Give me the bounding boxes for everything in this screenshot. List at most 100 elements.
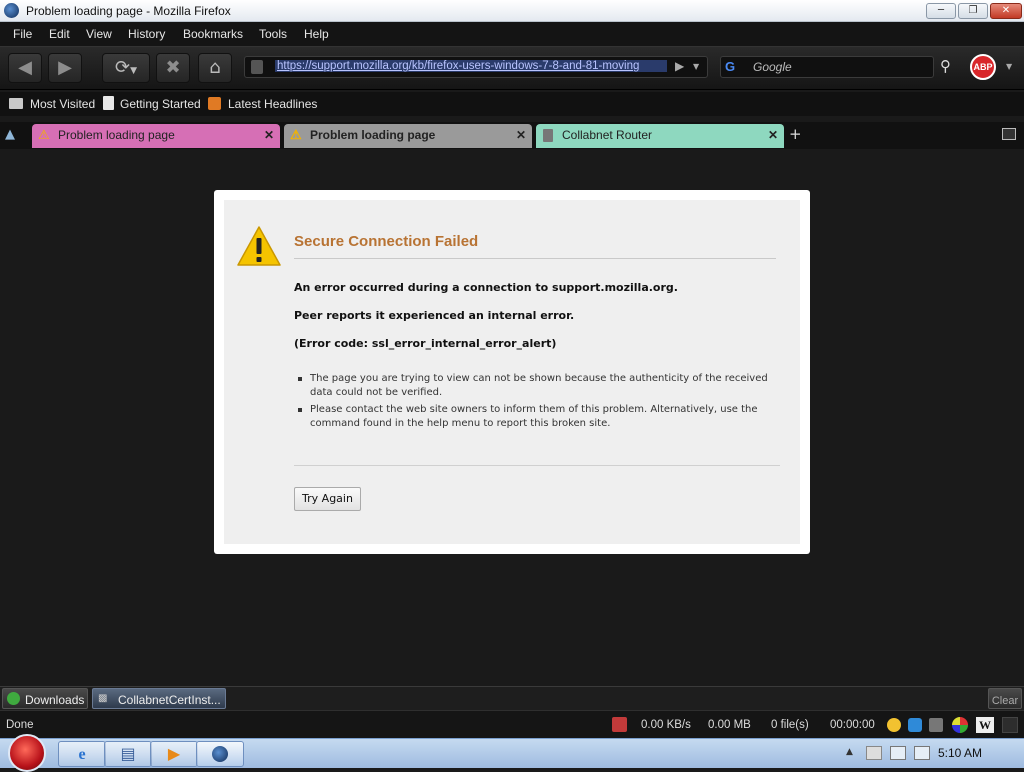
tab-problem-loading-1[interactable]: ⚠ Problem loading page ✕	[32, 124, 280, 148]
download-size: 0.00 MB	[708, 719, 751, 731]
skype-icon[interactable]	[908, 718, 922, 732]
status-bar: Done 0.00 KB/s 0.00 MB 0 file(s) 00:00:0…	[0, 710, 1024, 738]
menu-view[interactable]: View	[86, 27, 112, 41]
firefox-logo-icon	[4, 3, 19, 18]
stop-icon: ✖	[165, 57, 181, 78]
download-item[interactable]: ▩ CollabnetCertInst...	[92, 688, 226, 709]
downloads-label: Downloads	[25, 693, 85, 707]
download-time: 00:00:00	[830, 719, 875, 731]
downloads-bar: Downloads ▩ CollabnetCertInst... Clear	[0, 686, 1024, 710]
new-tab-plus-icon[interactable]: +	[789, 125, 802, 143]
taskbar-media[interactable]: ▶	[150, 741, 198, 767]
taskbar-ie[interactable]: e	[58, 741, 106, 767]
tray-expand-icon[interactable]: ▲	[846, 747, 853, 757]
maximize-button[interactable]: ❐	[958, 3, 988, 19]
download-item-label: CollabnetCertInst...	[118, 693, 221, 707]
stop-button[interactable]: ✖	[156, 53, 190, 83]
reload-button[interactable]: ⟳▼	[102, 53, 150, 83]
error-detail: Peer reports it experienced an internal …	[294, 309, 575, 322]
bookmark-latest-headlines[interactable]: Latest Headlines	[228, 97, 317, 111]
bookmark-getting-started[interactable]: Getting Started	[120, 97, 201, 111]
menu-tools[interactable]: Tools	[259, 27, 287, 41]
clear-label: Clear	[991, 695, 1019, 707]
page-icon	[251, 60, 263, 74]
adblock-label: ABP	[973, 62, 993, 72]
bookmark-most-visited[interactable]: Most Visited	[30, 97, 95, 111]
title-divider	[294, 258, 776, 259]
smiley-icon[interactable]	[887, 718, 901, 732]
google-icon[interactable]: G	[725, 59, 741, 75]
menu-bar: File Edit View History Bookmarks Tools H…	[0, 22, 1024, 46]
menu-file[interactable]: File	[13, 27, 32, 41]
menu-edit[interactable]: Edit	[49, 27, 70, 41]
minimize-button[interactable]: ─	[926, 3, 956, 19]
tab-label: Problem loading page	[58, 128, 175, 142]
url-bar[interactable]: https://support.mozilla.org/kb/firefox-u…	[244, 56, 708, 78]
tray-flag-icon[interactable]	[866, 746, 882, 760]
try-again-button[interactable]: Try Again	[294, 487, 361, 511]
resize-grip-icon[interactable]	[1002, 717, 1018, 733]
home-icon: ⌂	[209, 57, 221, 78]
adblock-menu-chevron-icon[interactable]: ▼	[1006, 62, 1012, 71]
download-files: 0 file(s)	[771, 719, 809, 731]
tab-close-icon[interactable]: ✕	[516, 124, 526, 146]
chevron-down-icon: ▼	[130, 66, 137, 76]
tab-collabnet-router[interactable]: Collabnet Router ✕	[536, 124, 784, 148]
error-explanation-list: The page you are trying to view can not …	[298, 372, 778, 434]
button-divider	[294, 465, 780, 466]
tab-close-icon[interactable]: ✕	[264, 124, 274, 146]
forward-button[interactable]: ▶	[48, 53, 82, 83]
tab-list-icon[interactable]	[1002, 128, 1016, 140]
tab-strip: ▲ ⚠ Problem loading page ✕ ⚠ Problem loa…	[0, 122, 1024, 149]
warning-icon	[237, 226, 281, 266]
downloads-button[interactable]: Downloads	[2, 688, 88, 709]
bing-icon[interactable]	[929, 718, 943, 732]
download-speed: 0.00 KB/s	[641, 719, 691, 731]
media-player-icon: ▶	[167, 744, 181, 763]
menu-bookmarks[interactable]: Bookmarks	[183, 27, 243, 41]
error-title: Secure Connection Failed	[294, 233, 479, 250]
title-bar: Problem loading page - Mozilla Firefox ─…	[0, 0, 1024, 22]
wikipedia-icon[interactable]: W	[976, 717, 994, 733]
error-code: (Error code: ssl_error_internal_error_al…	[294, 337, 557, 350]
tab-close-icon[interactable]: ✕	[768, 124, 778, 146]
explorer-icon: ▤	[120, 744, 136, 763]
search-input[interactable]: Google	[753, 60, 792, 74]
folder-icon	[9, 98, 23, 109]
back-button[interactable]: ◀	[8, 53, 42, 83]
search-magnifier-icon[interactable]: ⚲	[940, 57, 951, 75]
windows-taskbar: e ▤ ▶ ▲	[0, 734, 1024, 772]
url-input[interactable]: https://support.mozilla.org/kb/firefox-u…	[275, 60, 667, 72]
installer-icon: ▩	[98, 693, 108, 704]
start-orb-icon[interactable]	[8, 734, 46, 772]
menu-help[interactable]: Help	[304, 27, 329, 41]
colors-icon[interactable]	[952, 717, 968, 733]
window-title: Problem loading page - Mozilla Firefox	[26, 4, 231, 18]
home-button[interactable]: ⌂	[198, 53, 232, 83]
system-clock: 5:10 AM	[938, 746, 983, 760]
bookmarks-toolbar: Most Visited Getting Started Latest Head…	[0, 92, 1024, 116]
search-bar[interactable]: G Google	[720, 56, 934, 78]
tray-network-icon[interactable]	[890, 746, 906, 760]
close-button[interactable]: ✕	[990, 3, 1022, 19]
go-arrow-icon[interactable]: ▶	[675, 59, 684, 73]
tab-problem-loading-2[interactable]: ⚠ Problem loading page ✕	[284, 124, 532, 148]
tab-label: Problem loading page	[310, 128, 436, 142]
url-history-chevron-icon[interactable]: ▼	[693, 62, 699, 71]
back-arrow-icon: ◀	[18, 57, 32, 78]
clear-downloads-button[interactable]: Clear	[988, 688, 1022, 709]
taskbar-explorer[interactable]: ▤	[104, 741, 152, 767]
error-message: An error occurred during a connection to…	[294, 281, 678, 294]
firefox-icon	[212, 746, 228, 762]
adblock-button[interactable]: ABP	[970, 54, 996, 80]
menu-history[interactable]: History	[128, 27, 165, 41]
tray-volume-icon[interactable]	[914, 746, 930, 760]
page-icon	[543, 129, 553, 142]
tab-groups-icon[interactable]: ▲	[5, 127, 15, 142]
taskbar-firefox[interactable]	[196, 741, 244, 767]
forward-arrow-icon: ▶	[58, 57, 72, 78]
list-item: The page you are trying to view can not …	[298, 372, 778, 400]
list-item: Please contact the web site owners to in…	[298, 403, 778, 431]
reload-icon: ⟳	[114, 57, 131, 78]
download-arrow-icon	[7, 692, 20, 705]
